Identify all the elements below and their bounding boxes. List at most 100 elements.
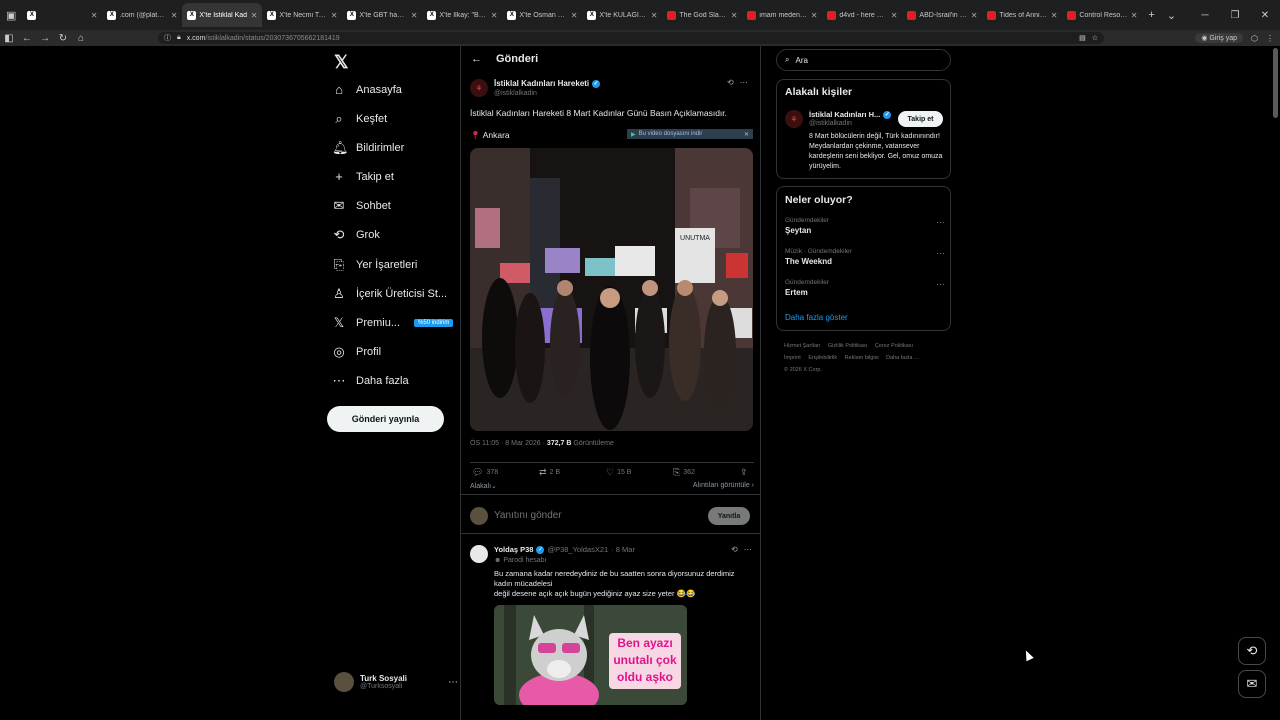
footer-link[interactable]: Erişilebilirlik — [808, 355, 837, 361]
browser-tab-active[interactable]: X X'te İstiklal Kad ✕ — [182, 3, 263, 27]
messages-float-button[interactable]: ✉ — [1238, 670, 1266, 698]
close-icon[interactable]: ✕ — [251, 11, 258, 20]
tab-list-icon[interactable]: ⌄ — [1161, 9, 1182, 22]
x-logo-icon[interactable]: 𝕏 — [334, 52, 349, 73]
browser-tab[interactable]: d4vd - here with m ✕ — [822, 3, 902, 27]
search-input[interactable]: ⌕ Ara — [776, 49, 951, 71]
page-scrollbar[interactable] — [1273, 48, 1278, 118]
footer-link[interactable]: İmprint — [784, 355, 801, 361]
restore-icon[interactable]: ❐ — [1220, 10, 1250, 21]
sidebar-toggle-icon[interactable]: ◧ — [0, 33, 18, 44]
view-quotes-link[interactable]: Alıntıları görüntüle › — [693, 482, 754, 489]
like-action[interactable]: ♡ 15 B — [606, 467, 631, 478]
site-info-icon[interactable]: ⓘ — [164, 33, 171, 43]
trend-item[interactable]: Müzik · Gündemdekiler The Weeknd ⋯ — [785, 248, 945, 266]
more-icon[interactable]: ⋯ — [740, 78, 748, 87]
close-icon[interactable]: ✕ — [171, 11, 178, 20]
tweet-video[interactable]: UNUTMA — [470, 148, 753, 431]
nav-item-profile[interactable]: ◎ Profil — [332, 344, 381, 360]
close-icon[interactable]: ✕ — [811, 11, 818, 20]
bookmark-action[interactable]: ⎘ 362 — [673, 467, 695, 478]
video-download-overlay[interactable]: ▶ Bu video dosyasını indir ✕ — [627, 129, 753, 139]
footer-link[interactable]: Gizlilik Politikası — [828, 343, 867, 349]
nav-item-notifications[interactable]: 🔔︎ Bildirimler — [332, 140, 404, 156]
window-close-icon[interactable]: ✕ — [1250, 10, 1280, 21]
reply-input[interactable]: Yanıtını gönder — [494, 510, 562, 521]
tweet-time[interactable]: ÖS 11:05 · 8 Mar 2026 · — [470, 440, 547, 447]
close-icon[interactable]: ✕ — [971, 11, 978, 20]
grok-icon[interactable]: ⟲ — [731, 545, 738, 554]
forward-icon[interactable]: → — [36, 33, 54, 44]
footer-link[interactable]: Hizmet Şartları — [784, 343, 820, 349]
footer-link[interactable]: Çerez Politikası — [875, 343, 913, 349]
trend-item[interactable]: Gündemdekiler Ertem ⋯ — [785, 279, 945, 297]
browser-tab[interactable]: ABD-İsrail'in Ortad✕ — [902, 3, 982, 27]
browser-tab[interactable]: XX'te Osman Pamuk: ✕ — [502, 3, 582, 27]
star-icon[interactable]: ☆ — [1092, 34, 1098, 42]
nav-item-explore[interactable]: ⌕ Keşfet — [332, 111, 387, 127]
extensions-icon[interactable]: ⬡ — [1251, 34, 1258, 43]
close-icon[interactable]: ✕ — [744, 131, 749, 138]
url-field[interactable]: ⓘ 🔒︎ x.com/istiklalkadin/status/20307367… — [158, 32, 1104, 44]
new-tab-icon[interactable]: + — [1142, 9, 1160, 21]
close-icon[interactable]: ✕ — [731, 11, 738, 20]
reply-button[interactable]: Yanıtla — [708, 507, 750, 525]
nav-item-follow[interactable]: + Takip et — [332, 169, 394, 184]
close-icon[interactable]: ✕ — [571, 11, 578, 20]
reader-icon[interactable]: ▤ — [1079, 34, 1086, 42]
close-icon[interactable]: ✕ — [91, 11, 98, 20]
more-icon[interactable]: ⋯ — [936, 248, 945, 259]
browser-tab[interactable]: XX'te GBT haberi: "En✕ — [342, 3, 422, 27]
reload-icon[interactable]: ↻ — [54, 33, 72, 44]
browser-tab[interactable]: The God Slayer - G✕ — [662, 3, 742, 27]
footer-link[interactable]: Daha fazla ... — [886, 355, 918, 361]
trend-item[interactable]: Gündemdekiler Şeytan ⋯ — [785, 217, 945, 235]
author-name[interactable]: İstiklal Kadınları Hareketi ✓ — [494, 79, 601, 88]
close-icon[interactable]: ✕ — [891, 11, 898, 20]
browser-tab[interactable]: X ✕ — [22, 3, 102, 27]
related-avatar[interactable]: ⚘ — [785, 110, 803, 128]
related-toggle[interactable]: Alakalı⌄ — [470, 483, 497, 490]
close-icon[interactable]: ✕ — [1131, 11, 1138, 20]
more-icon[interactable]: ⋯ — [936, 217, 945, 228]
close-icon[interactable]: ✕ — [491, 11, 498, 20]
nav-item-premium[interactable]: 𝕏 Premiu... %50 indirim — [332, 315, 454, 331]
menu-icon[interactable]: ⋮ — [1266, 34, 1274, 43]
grok-icon[interactable]: ⟲ — [727, 78, 734, 87]
close-icon[interactable]: ✕ — [411, 11, 418, 20]
reply-author[interactable]: Yoldaş P38 ✓ @P38_YoldasX21 · 8 Mar — [494, 545, 635, 554]
browser-tab[interactable]: imam meden içerici ✕ — [742, 3, 822, 27]
browser-tab[interactable]: XX'te Necmi TAYIN: "✕ — [262, 3, 342, 27]
grok-float-button[interactable]: ⟲ — [1238, 637, 1266, 665]
reply-author-avatar[interactable] — [470, 545, 488, 563]
browser-tab[interactable]: Tides of Annihilatio ✕ — [982, 3, 1062, 27]
nav-item-more[interactable]: ⋯ Daha fazla — [332, 373, 409, 389]
more-icon[interactable]: ⋯ — [936, 279, 945, 290]
browser-tab[interactable]: X .com (@platcon ✕ — [102, 3, 182, 27]
home-icon[interactable]: ⌂ — [72, 33, 90, 44]
reply-image[interactable]: Ben ayazı unutalı çok oldu aşko — [494, 605, 687, 705]
nav-item-home[interactable]: ⌂ Anasayfa — [332, 82, 402, 97]
related-name[interactable]: İstiklal Kadınları H... ✓ — [809, 110, 892, 119]
author-handle[interactable]: @istiklalkadin — [494, 90, 537, 97]
share-action[interactable]: ⇪ — [740, 467, 748, 478]
minimize-icon[interactable]: ─ — [1190, 10, 1220, 21]
post-button[interactable]: Gönderi yayınla — [327, 406, 444, 432]
browser-tab[interactable]: XX'te İlkay: "Bu bisim ✕ — [422, 3, 502, 27]
reply-action[interactable]: 💬︎ 378 — [472, 467, 498, 478]
tab-actions-icon[interactable]: ▣ — [0, 9, 22, 22]
nav-item-chat[interactable]: ✉ Sohbet — [332, 198, 391, 214]
follow-button[interactable]: Takip et — [898, 111, 943, 127]
signin-button[interactable]: ◉ Giriş yap — [1195, 33, 1244, 43]
back-arrow-icon[interactable]: ← — [471, 53, 482, 65]
account-switcher[interactable]: Turk Sosyali @Turksosyali ⋯ — [334, 672, 458, 692]
more-icon[interactable]: ⋯ — [744, 545, 752, 554]
nav-item-creator-studio[interactable]: ♙ İçerik Üreticisi St... — [332, 286, 447, 302]
browser-tab[interactable]: XX'te KULAĞI DELİK: ✕ — [582, 3, 662, 27]
show-more-link[interactable]: Daha fazla göster — [785, 313, 848, 322]
nav-item-grok[interactable]: ⟲ Grok — [332, 227, 380, 243]
author-avatar[interactable]: ⚘ — [470, 79, 488, 97]
repost-action[interactable]: ⇄ 2 B — [539, 467, 560, 478]
nav-item-bookmarks[interactable]: ⎘ Yer İşaretleri — [332, 257, 418, 273]
close-icon[interactable]: ✕ — [1051, 11, 1058, 20]
